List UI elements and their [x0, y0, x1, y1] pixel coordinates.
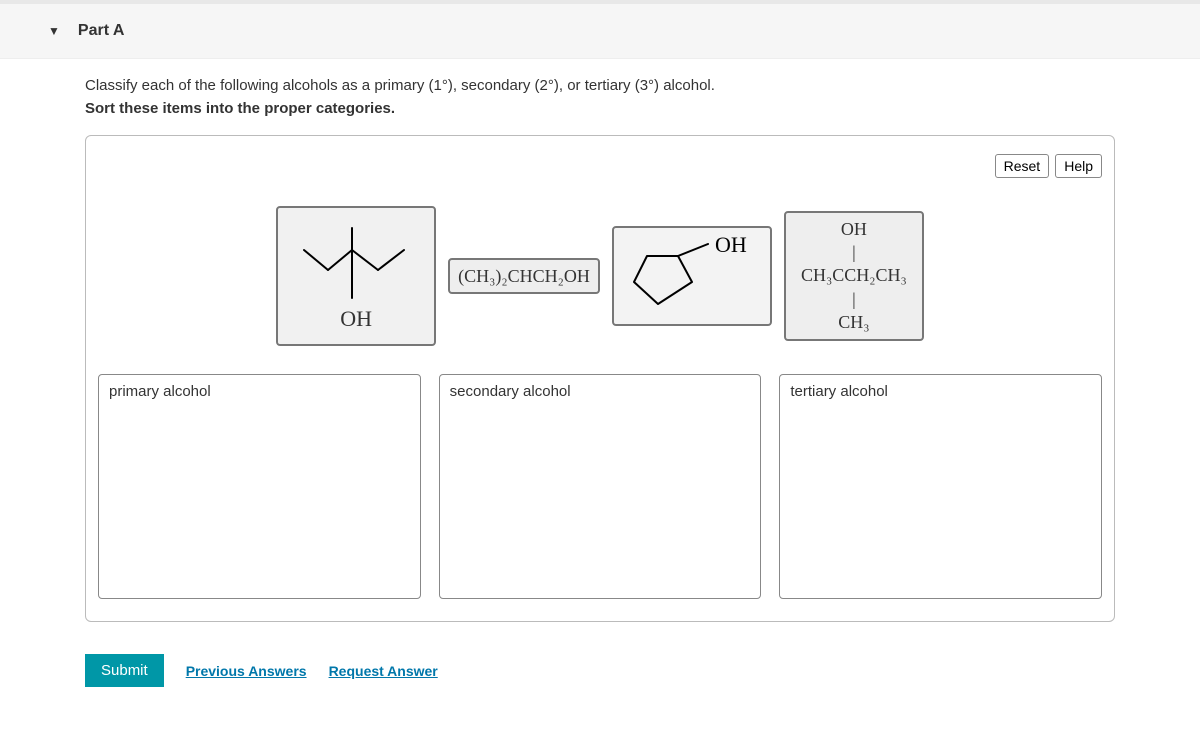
draggable-item-formula-2[interactable]: OH | CH₃CCH₂CH₃ | CH₃	[784, 211, 924, 341]
structure1-oh-label: OH	[340, 306, 372, 332]
part-header[interactable]: ▼ Part A	[0, 4, 1200, 59]
draggable-item-structure-2[interactable]: OH	[612, 226, 772, 326]
instruction-sort: Sort these items into the proper categor…	[85, 100, 1115, 117]
draggable-item-structure-1[interactable]: OH	[276, 206, 436, 346]
structure2-oh-label: OH	[715, 232, 747, 257]
draggable-items-row: OH (CH₃)₂CHCH₂OH OH OH | C	[98, 186, 1102, 374]
submit-button[interactable]: Submit	[85, 654, 164, 687]
formula1-text: (CH₃)₂CHCH₂OH	[458, 266, 590, 287]
molecule-structure-2-icon: OH	[620, 232, 764, 320]
bin-secondary-label: secondary alcohol	[450, 383, 571, 400]
part-title: Part A	[78, 22, 125, 40]
formula2-line4: |	[852, 288, 856, 311]
help-button[interactable]: Help	[1055, 154, 1102, 178]
submit-row: Submit Previous Answers Request Answer	[85, 654, 1115, 687]
bin-primary-label: primary alcohol	[109, 383, 211, 400]
caret-down-icon: ▼	[48, 24, 60, 38]
instruction-text: Classify each of the following alcohols …	[85, 77, 1115, 94]
controls-row: Reset Help	[98, 154, 1102, 178]
formula2-line5: CH₃	[838, 311, 869, 334]
formula2-line3: CH₃CCH₂CH₃	[801, 264, 907, 287]
previous-answers-link[interactable]: Previous Answers	[186, 663, 307, 679]
content-area: Classify each of the following alcohols …	[0, 77, 1200, 717]
bin-tertiary-label: tertiary alcohol	[790, 383, 888, 400]
bins-row: primary alcohol secondary alcohol tertia…	[98, 374, 1102, 599]
sorting-workspace: Reset Help OH	[85, 135, 1115, 622]
bin-primary[interactable]: primary alcohol	[98, 374, 421, 599]
reset-button[interactable]: Reset	[995, 154, 1050, 178]
request-answer-link[interactable]: Request Answer	[329, 663, 438, 679]
draggable-item-formula-1[interactable]: (CH₃)₂CHCH₂OH	[448, 258, 600, 294]
formula2-line1: OH	[841, 218, 867, 241]
bin-tertiary[interactable]: tertiary alcohol	[779, 374, 1102, 599]
molecule-structure-1-icon	[286, 220, 426, 310]
formula2-line2: |	[852, 241, 856, 264]
bin-secondary[interactable]: secondary alcohol	[439, 374, 762, 599]
